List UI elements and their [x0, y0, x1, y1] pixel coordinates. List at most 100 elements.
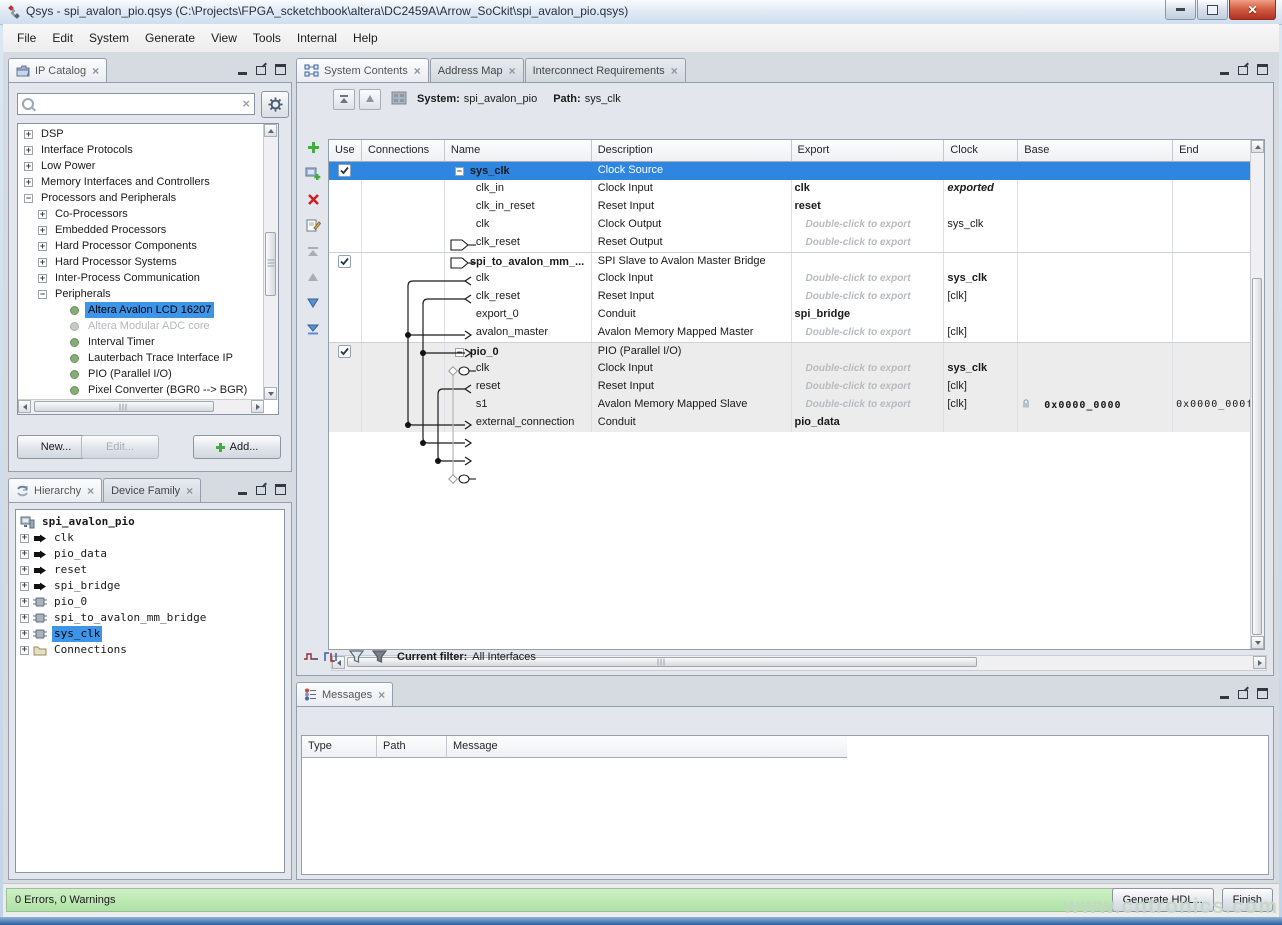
export-cell[interactable]: pio_data [792, 414, 945, 432]
clear-search-icon[interactable]: × [242, 96, 250, 111]
base-address[interactable]: 0x0000_0000 [1044, 397, 1121, 414]
checkbox-checked-icon[interactable] [338, 164, 351, 177]
scroll-up-icon[interactable] [1251, 140, 1264, 153]
table-row[interactable]: clk_inClock Inputclkexported [329, 180, 1251, 198]
messages-column-type[interactable]: Type [302, 736, 377, 758]
add-system-button[interactable] [305, 165, 322, 181]
panel-maximize-icon[interactable] [275, 484, 286, 495]
connections-cell[interactable] [362, 396, 445, 414]
restore-button[interactable] [1197, 0, 1228, 20]
move-up-level-button[interactable] [333, 89, 355, 110]
scroll-right-icon[interactable] [1253, 656, 1266, 669]
filter-funnel-icon[interactable] [349, 650, 364, 664]
tree-expand-icon[interactable]: + [20, 646, 29, 655]
ip-tree-item[interactable]: Altera Avalon LCD 16207 [20, 302, 263, 318]
column-header-name[interactable]: Name [445, 140, 592, 162]
table-row[interactable]: clkClock InputDouble-click to exportsys_… [329, 270, 1251, 288]
column-header-use[interactable]: Use [329, 140, 362, 162]
table-row[interactable]: clkClock InputDouble-click to exportsys_… [329, 360, 1251, 378]
ip-tree-item[interactable]: +DSP [20, 126, 263, 142]
signals-icon[interactable] [323, 650, 339, 664]
menu-system[interactable]: System [81, 28, 137, 48]
export-cell[interactable]: Double-click to export [792, 234, 945, 252]
panel-minimize-icon[interactable] [238, 64, 247, 75]
export-cell[interactable]: Double-click to export [792, 270, 945, 288]
panel-minimize-icon[interactable] [1220, 688, 1229, 699]
ip-tree-item[interactable]: Lauterbach Trace Interface IP [20, 350, 263, 366]
ip-tree-item[interactable]: Interval Timer [20, 334, 263, 350]
table-row[interactable]: s1Avalon Memory Mapped SlaveDouble-click… [329, 396, 1251, 414]
table-row[interactable]: −sys_clkClock Source [329, 162, 1251, 180]
menu-generate[interactable]: Generate [137, 28, 203, 48]
table-row[interactable]: clk_resetReset InputDouble-click to expo… [329, 288, 1251, 306]
scroll-right-icon[interactable] [251, 400, 264, 413]
connections-cell[interactable] [362, 306, 445, 324]
tab-close-icon[interactable]: × [414, 66, 421, 76]
tree-expand-icon[interactable]: + [24, 130, 33, 139]
tree-collapse-icon[interactable]: − [24, 194, 33, 203]
remove-button[interactable] [305, 191, 322, 207]
ip-tree-item[interactable]: Pixel Converter (BGR0 --> BGR) [20, 382, 263, 398]
panel-float-icon[interactable] [1238, 66, 1248, 75]
tree-expand-icon[interactable]: + [20, 598, 29, 607]
connections-cell[interactable] [362, 198, 445, 216]
export-cell[interactable]: Double-click to export [792, 378, 945, 396]
table-vscrollbar[interactable] [1250, 140, 1264, 649]
checkbox-checked-icon[interactable] [338, 255, 351, 268]
menu-file[interactable]: File [9, 28, 44, 48]
export-cell[interactable]: Double-click to export [792, 360, 945, 378]
tab-close-icon[interactable]: × [509, 66, 516, 76]
ip-tree-item[interactable]: +Memory Interfaces and Controllers [20, 174, 263, 190]
tree-collapse-icon[interactable]: − [455, 167, 464, 176]
tab-close-icon[interactable]: × [671, 66, 678, 76]
tree-expand-icon[interactable]: + [38, 210, 47, 219]
menu-edit[interactable]: Edit [44, 28, 81, 48]
connections-cell[interactable] [362, 288, 445, 306]
ip-tree-item[interactable]: −Peripherals [20, 286, 263, 302]
checkbox-checked-icon[interactable] [338, 345, 351, 358]
export-cell[interactable]: Double-click to export [792, 324, 945, 342]
ip-tree-vscrollbar[interactable] [263, 124, 278, 400]
tab-hierarchy[interactable]: Hierarchy × [8, 478, 102, 502]
move-up-button[interactable] [359, 89, 381, 110]
column-header-base[interactable]: Base [1018, 140, 1173, 162]
table-row[interactable]: clk_resetReset OutputDouble-click to exp… [329, 234, 1251, 252]
tab-close-icon[interactable]: × [87, 486, 94, 496]
hierarchy-item[interactable]: +sys_clk [20, 626, 282, 642]
table-row[interactable]: clkClock OutputDouble-click to exportsys… [329, 216, 1251, 234]
table-row[interactable]: −pio_0PIO (Parallel I/O) [329, 342, 1251, 360]
column-header-description[interactable]: Description [592, 140, 792, 162]
move-down-row-button[interactable] [305, 295, 322, 311]
ip-tree-item[interactable]: +Hard Processor Components [20, 238, 263, 254]
hierarchy-item[interactable]: +clk [20, 530, 282, 546]
panel-minimize-icon[interactable] [1220, 64, 1229, 75]
ip-tree-item[interactable]: +Interface Protocols [20, 142, 263, 158]
column-header-connections[interactable]: Connections [362, 140, 445, 162]
panel-maximize-icon[interactable] [1257, 64, 1268, 75]
panel-maximize-icon[interactable] [1257, 688, 1268, 699]
ip-tree-item[interactable]: +Low Power [20, 158, 263, 174]
panel-float-icon[interactable] [1238, 690, 1248, 699]
edit-component-button[interactable] [305, 217, 322, 233]
column-header-export[interactable]: Export [792, 140, 945, 162]
connections-cell[interactable] [362, 414, 445, 432]
tab-messages[interactable]: Messages × [296, 682, 393, 706]
tree-expand-icon[interactable]: + [20, 582, 29, 591]
connections-cell[interactable] [362, 343, 445, 361]
connections-cell[interactable] [362, 180, 445, 198]
connections-cell[interactable] [362, 324, 445, 342]
add-component-button[interactable] [305, 139, 322, 155]
tab-close-icon[interactable]: × [186, 486, 193, 496]
export-cell[interactable]: spi_bridge [792, 306, 945, 324]
table-row[interactable]: resetReset InputDouble-click to export[c… [329, 378, 1251, 396]
clear-filter-icon[interactable] [372, 650, 387, 664]
export-cell[interactable]: Double-click to export [792, 288, 945, 306]
ip-tree-item[interactable]: −Processors and Peripherals [20, 190, 263, 206]
hierarchy-item[interactable]: +spi_bridge [20, 578, 282, 594]
export-cell[interactable] [792, 162, 945, 180]
add-button[interactable]: Add... [193, 435, 281, 459]
panel-float-icon[interactable] [256, 486, 266, 495]
export-cell[interactable]: clk [792, 180, 945, 198]
panel-maximize-icon[interactable] [275, 64, 286, 75]
edit-button[interactable]: Edit... [81, 435, 159, 459]
